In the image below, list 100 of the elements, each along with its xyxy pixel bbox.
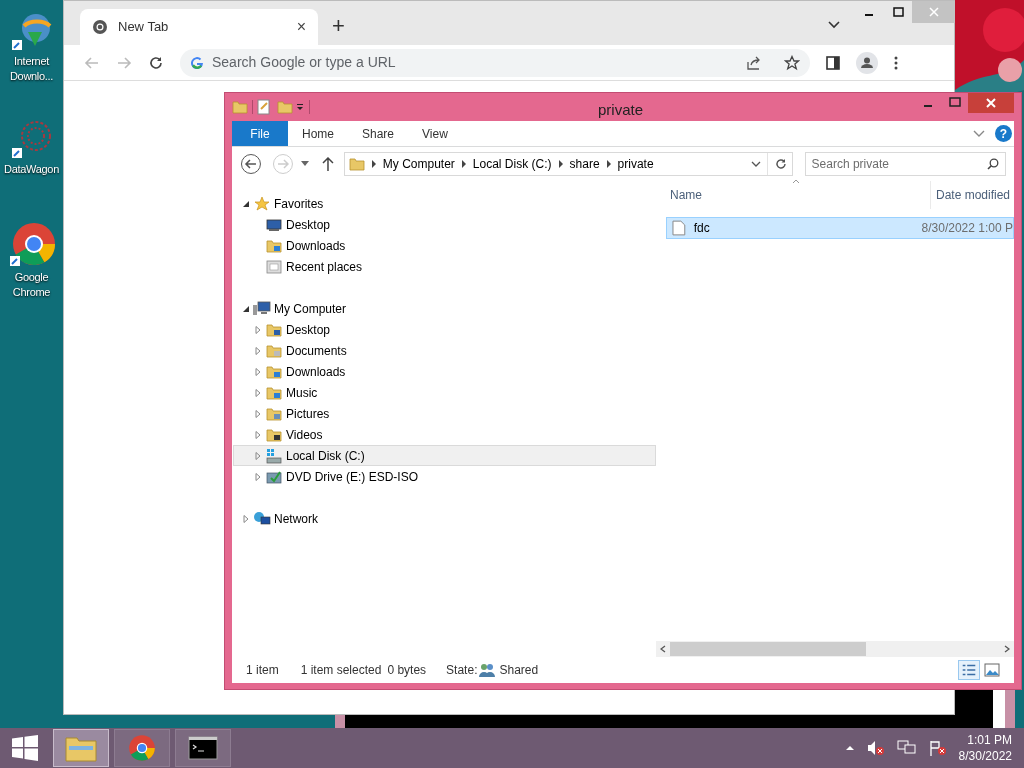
new-tab-button[interactable]: + (332, 15, 345, 37)
dropdown-icon[interactable] (295, 103, 305, 111)
breadcrumb-item[interactable]: Local Disk (C:) (472, 155, 552, 173)
desktop-icon-label[interactable]: Internet Downlo... (0, 54, 63, 84)
star-icon[interactable] (784, 54, 800, 71)
breadcrumb-separator-icon[interactable] (557, 160, 564, 168)
recent-places-icon (266, 258, 282, 275)
nav-item[interactable]: Recent places (233, 256, 656, 277)
ribbon-tab[interactable]: Share (348, 121, 409, 146)
avatar-icon[interactable] (856, 51, 878, 74)
collapsed-arrow-icon[interactable] (254, 388, 262, 397)
ribbon-tab[interactable]: File (232, 121, 288, 146)
sort-caret-icon[interactable] (792, 179, 800, 184)
expanded-arrow-icon[interactable] (242, 304, 250, 313)
recent-caret-icon[interactable] (299, 161, 310, 167)
scroll-left-icon[interactable] (660, 645, 666, 653)
nav-item[interactable]: Desktop (233, 214, 656, 235)
collapsed-arrow-icon[interactable] (254, 430, 262, 439)
nav-item[interactable]: Documents (233, 340, 656, 361)
collapsed-arrow-icon[interactable] (254, 346, 262, 355)
collapsed-arrow-icon[interactable] (254, 472, 262, 481)
nav-item[interactable]: Desktop (233, 319, 656, 340)
search-field[interactable]: Search private (804, 152, 1006, 176)
collapsed-arrow-icon[interactable] (254, 367, 262, 376)
collapsed-arrow-icon[interactable] (254, 325, 262, 334)
help-button[interactable]: ? (995, 125, 1012, 142)
collapsed-arrow-icon[interactable] (242, 514, 250, 523)
reload-icon[interactable] (148, 54, 164, 71)
properties-icon[interactable] (257, 99, 271, 115)
windows-start-icon[interactable] (12, 735, 38, 761)
refresh-icon[interactable] (773, 157, 788, 171)
nav-item[interactable]: Network (233, 508, 656, 529)
nav-item[interactable]: Local Disk (C:) (233, 445, 656, 466)
desktop-icon-label[interactable]: Google Chrome (0, 270, 63, 300)
menu-icon[interactable] (894, 55, 898, 70)
taskbar-button[interactable] (175, 729, 231, 767)
search-icon[interactable] (987, 158, 999, 170)
folder-icon (266, 426, 282, 443)
file-icon (672, 220, 686, 236)
collapsed-arrow-icon[interactable] (254, 409, 262, 418)
chevron-down-icon[interactable] (973, 129, 985, 138)
state-value: Shared (499, 662, 539, 679)
scrollbar-thumb[interactable] (670, 642, 866, 656)
nav-item[interactable]: Favorites (233, 193, 656, 214)
window-title: private (598, 100, 644, 120)
details-view-icon[interactable] (958, 660, 980, 680)
clock-date[interactable]: 8/30/2022 (958, 748, 1012, 764)
search-input[interactable]: Search private (811, 155, 987, 173)
thumbnail-view-icon[interactable] (984, 663, 1000, 677)
nav-item[interactable]: Downloads (233, 235, 656, 256)
up-arrow-icon[interactable] (321, 157, 334, 171)
folder-icon (266, 321, 282, 338)
chrome-icon (92, 19, 108, 35)
file-date: 8/30/2022 1:00 P (921, 220, 1013, 237)
column-header[interactable]: Name (670, 186, 930, 204)
share-icon[interactable] (746, 54, 762, 71)
file-row[interactable]: fdc 8/30/2022 1:00 P (666, 217, 1014, 239)
ribbon-tab[interactable]: View (408, 121, 462, 146)
selection-count: 1 item selected (300, 662, 382, 679)
back-icon[interactable] (240, 153, 262, 175)
address-dropdown-icon[interactable] (750, 161, 761, 167)
folder-icon (348, 156, 365, 172)
address-input[interactable]: Search Google or type a URL (212, 52, 738, 73)
tab-search-chevron-icon[interactable] (828, 21, 840, 29)
breadcrumb-item[interactable]: share (569, 155, 600, 173)
network-icon[interactable] (896, 740, 917, 756)
breadcrumb-separator-icon[interactable] (460, 160, 467, 168)
nav-item[interactable]: Videos (233, 424, 656, 445)
browser-tab[interactable]: New Tab × (80, 9, 318, 45)
close-button[interactable] (968, 93, 1014, 113)
nav-item[interactable]: My Computer (233, 298, 656, 319)
breadcrumb-separator-icon[interactable] (370, 160, 377, 168)
flag-icon[interactable] (928, 740, 947, 756)
speaker-muted-icon[interactable] (866, 740, 885, 756)
address-bar[interactable]: My Computer Local Disk (C:) share private (343, 152, 793, 176)
state-label: State: (446, 662, 478, 679)
horizontal-scrollbar[interactable] (656, 641, 1014, 657)
address-bar[interactable]: Search Google or type a URL (180, 48, 810, 77)
clock-time[interactable]: 1:01 PM (967, 732, 1012, 748)
side-panel-icon[interactable] (826, 55, 840, 70)
ribbon-tab[interactable]: Home (288, 121, 348, 146)
column-header[interactable]: Date modified (936, 186, 1011, 204)
chrome-icon (128, 734, 156, 762)
breadcrumb-item[interactable]: My Computer (382, 155, 455, 173)
nav-item[interactable]: Music (233, 382, 656, 403)
folder-icon (65, 734, 97, 762)
expanded-arrow-icon[interactable] (242, 199, 250, 208)
breadcrumb-separator-icon[interactable] (605, 160, 612, 168)
tab-title: New Tab (118, 18, 170, 37)
folder-icon (232, 99, 248, 115)
collapsed-arrow-icon[interactable] (254, 451, 262, 460)
breadcrumb-item[interactable]: private (617, 155, 654, 173)
nav-item[interactable]: DVD Drive (E:) ESD-ISO (233, 466, 656, 487)
people-icon (479, 663, 496, 677)
nav-item[interactable]: Downloads (233, 361, 656, 382)
item-count: 1 item (246, 662, 279, 679)
scroll-right-icon[interactable] (1004, 645, 1010, 653)
desktop-icon-label[interactable]: DataWagon (0, 162, 63, 177)
nav-item[interactable]: Pictures (233, 403, 656, 424)
tab-close-button[interactable]: × (296, 15, 306, 39)
